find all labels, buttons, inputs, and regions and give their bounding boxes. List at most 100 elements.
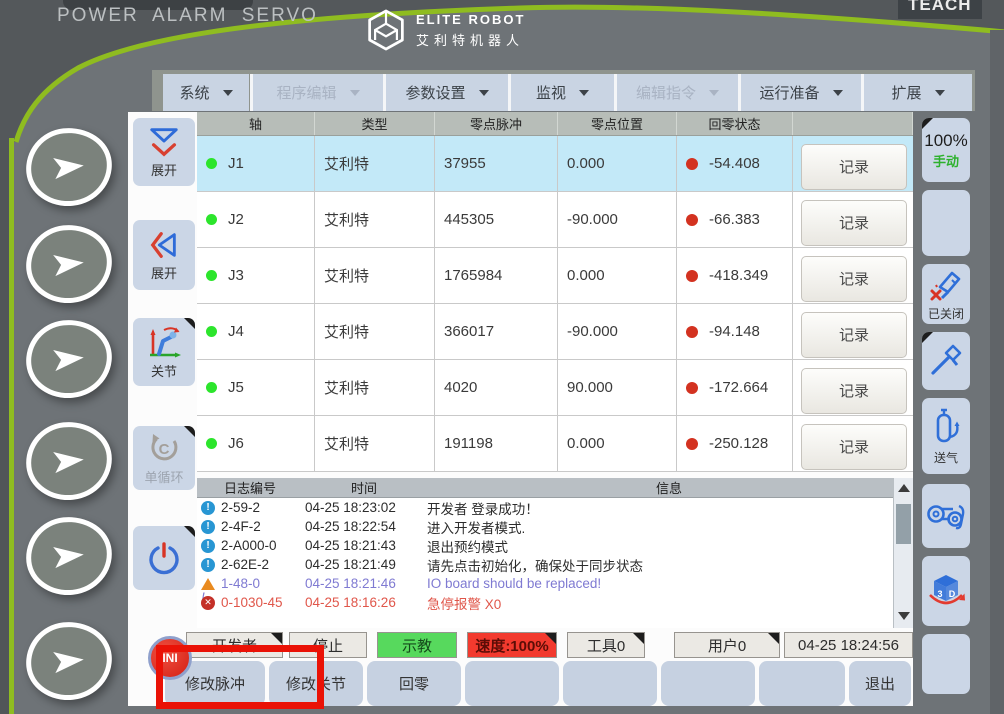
menu-item-2[interactable]: 程序编辑 (253, 74, 383, 111)
bottom-button-blank-5[interactable] (563, 661, 657, 706)
menu-item-4[interactable]: 监视 (511, 74, 614, 111)
menu-item-7[interactable]: 扩展 (864, 74, 972, 111)
axis-table-header-cell: 零点位置 (558, 112, 677, 135)
blank-button-1[interactable] (922, 190, 970, 256)
chevron-down-icon (579, 90, 589, 101)
axis-label: J5 (228, 379, 244, 396)
log-scrollbar[interactable] (893, 478, 913, 628)
servo-power-button[interactable] (133, 526, 195, 590)
axis-row-J3[interactable]: J3 艾利特 1765984 0.000 -418.349 记录 (197, 248, 913, 304)
status-op-mode[interactable]: 示教 (377, 632, 457, 658)
zero-pulse-cell: 366017 (435, 304, 558, 359)
menu-item-5[interactable]: 编辑指令 (617, 74, 738, 111)
axis-row-J2[interactable]: J2 艾利特 445305 -90.000 -66.383 记录 (197, 192, 913, 248)
joint-icon (146, 325, 182, 359)
log-time: 04-25 18:21:49 (305, 557, 396, 572)
menu-bar: 系统 程序编辑 参数设置 监视 编辑指令 运行准备 扩展 (152, 70, 975, 111)
view-3d-button[interactable]: 3D (922, 556, 970, 626)
svg-text:C: C (159, 441, 170, 458)
menu-item-1[interactable]: 系统 (163, 74, 249, 111)
zero-position-cell: 90.000 (558, 360, 677, 415)
menu-item-6[interactable]: 运行准备 (741, 74, 861, 111)
record-button-J1[interactable]: 记录 (801, 143, 907, 190)
home-status-value: -54.408 (709, 155, 760, 172)
axis-table-header-cell (793, 112, 913, 135)
menu-item-label: 参数设置 (405, 85, 466, 102)
status-tool[interactable]: 工具0 (567, 632, 645, 658)
corner-marker-icon (271, 633, 282, 644)
log-header: 日志编号 时间 信息 (197, 478, 913, 498)
status-datetime[interactable]: 04-25 18:24:56 (784, 632, 913, 658)
blank-button-2[interactable] (922, 634, 970, 694)
status-user-frame[interactable]: 用户0 (674, 632, 780, 658)
status-speed[interactable]: 速度:100% (467, 632, 557, 658)
expand-button-side-label: 展开 (150, 265, 177, 281)
arrow-icon (50, 644, 89, 678)
axis-cell: J1 (197, 136, 315, 191)
gas-supply-button[interactable]: 送气 (922, 398, 970, 474)
record-button-J6[interactable]: 记录 (801, 423, 907, 470)
torch-off-icon (928, 267, 964, 303)
record-button-J4[interactable]: 记录 (801, 311, 907, 358)
home-status-value: -66.383 (709, 211, 760, 228)
bottom-button-blank-7[interactable] (759, 661, 845, 706)
tool-closed-button[interactable]: 已关闭 (922, 264, 970, 324)
joystick-button[interactable] (922, 484, 970, 548)
cycle-mode-button[interactable]: C 单循环 (133, 426, 195, 490)
elite-logo-icon (366, 8, 406, 52)
scroll-up-icon[interactable] (898, 484, 910, 492)
tool-closed-button-label: 已关闭 (927, 306, 964, 321)
record-button-J5[interactable]: 记录 (801, 367, 907, 414)
log-message: 请先点击初始化，确保处于同步状态 (427, 558, 643, 574)
type-cell: 艾利特 (315, 192, 435, 247)
expand-left-icon (148, 229, 180, 261)
torch-icon (929, 343, 963, 379)
record-cell: 记录 (793, 136, 913, 191)
speed-manual-button[interactable]: 100% 手动 (922, 118, 970, 182)
chevron-down-icon (832, 90, 843, 101)
home-status-value: -418.349 (709, 267, 769, 284)
log-warning-icon: ! (201, 577, 215, 605)
axis-cell: J4 (197, 304, 315, 359)
axis-table-header-cell: 零点脉冲 (435, 112, 558, 135)
chevron-down-icon (478, 90, 489, 101)
record-button-J2[interactable]: 记录 (801, 199, 907, 246)
record-button-J3[interactable]: 记录 (801, 255, 907, 302)
home-status-dot (686, 381, 698, 394)
log-panel: 日志编号 时间 信息! 2-59-2 04-25 18:23:02 开发者 登录成功！! 2… (197, 478, 913, 628)
corner-marker-icon (184, 526, 195, 537)
tool-button[interactable] (922, 332, 970, 390)
status-datetime-label: 04-25 18:24:56 (798, 636, 899, 654)
corner-marker-icon (545, 633, 556, 644)
bottom-button-blank-6[interactable] (661, 661, 755, 706)
home-status-cell: -94.148 (677, 304, 793, 359)
scrollbar-thumb[interactable] (896, 504, 911, 544)
menu-item-3[interactable]: 参数设置 (386, 74, 508, 111)
zero-pulse-cell: 445305 (435, 192, 558, 247)
log-time: 04-25 18:22:54 (305, 519, 396, 534)
home-status-value: -250.128 (709, 435, 769, 452)
axis-row-J6[interactable]: J6 艾利特 191198 0.000 -250.128 记录 (197, 416, 913, 472)
bottom-button-blank-4[interactable] (465, 661, 559, 706)
scroll-down-icon[interactable] (898, 612, 910, 620)
corner-marker-icon (184, 318, 195, 329)
zero-position-cell: -90.000 (558, 304, 677, 359)
home-status-dot (686, 157, 698, 170)
axis-row-J1[interactable]: J1 艾利特 37955 0.000 -54.408 记录 (197, 136, 913, 192)
axis-row-J5[interactable]: J5 艾利特 4020 90.000 -172.664 记录 (197, 360, 913, 416)
joint-mode-button[interactable]: 关节 (133, 318, 195, 386)
bottom-button-3[interactable]: 回零 (367, 661, 461, 706)
zero-position-cell: -90.000 (558, 192, 677, 247)
home-status-cell: -250.128 (677, 416, 793, 471)
axis-row-J4[interactable]: J4 艾利特 366017 -90.000 -94.148 记录 (197, 304, 913, 360)
log-message: 急停报警 X0 (427, 596, 502, 612)
log-info-icon: ! (201, 557, 215, 572)
type-cell: 艾利特 (315, 304, 435, 359)
record-cell: 记录 (793, 304, 913, 359)
indicator-lights-label: POWER ALARM SERVO (57, 5, 318, 26)
expand-button-top[interactable]: 展开 (133, 118, 195, 186)
home-status-value: -172.664 (709, 379, 769, 396)
expand-button-side[interactable]: 展开 (133, 220, 195, 290)
bottom-button-8[interactable]: 退出 (849, 661, 911, 706)
chevron-down-icon (934, 90, 945, 101)
